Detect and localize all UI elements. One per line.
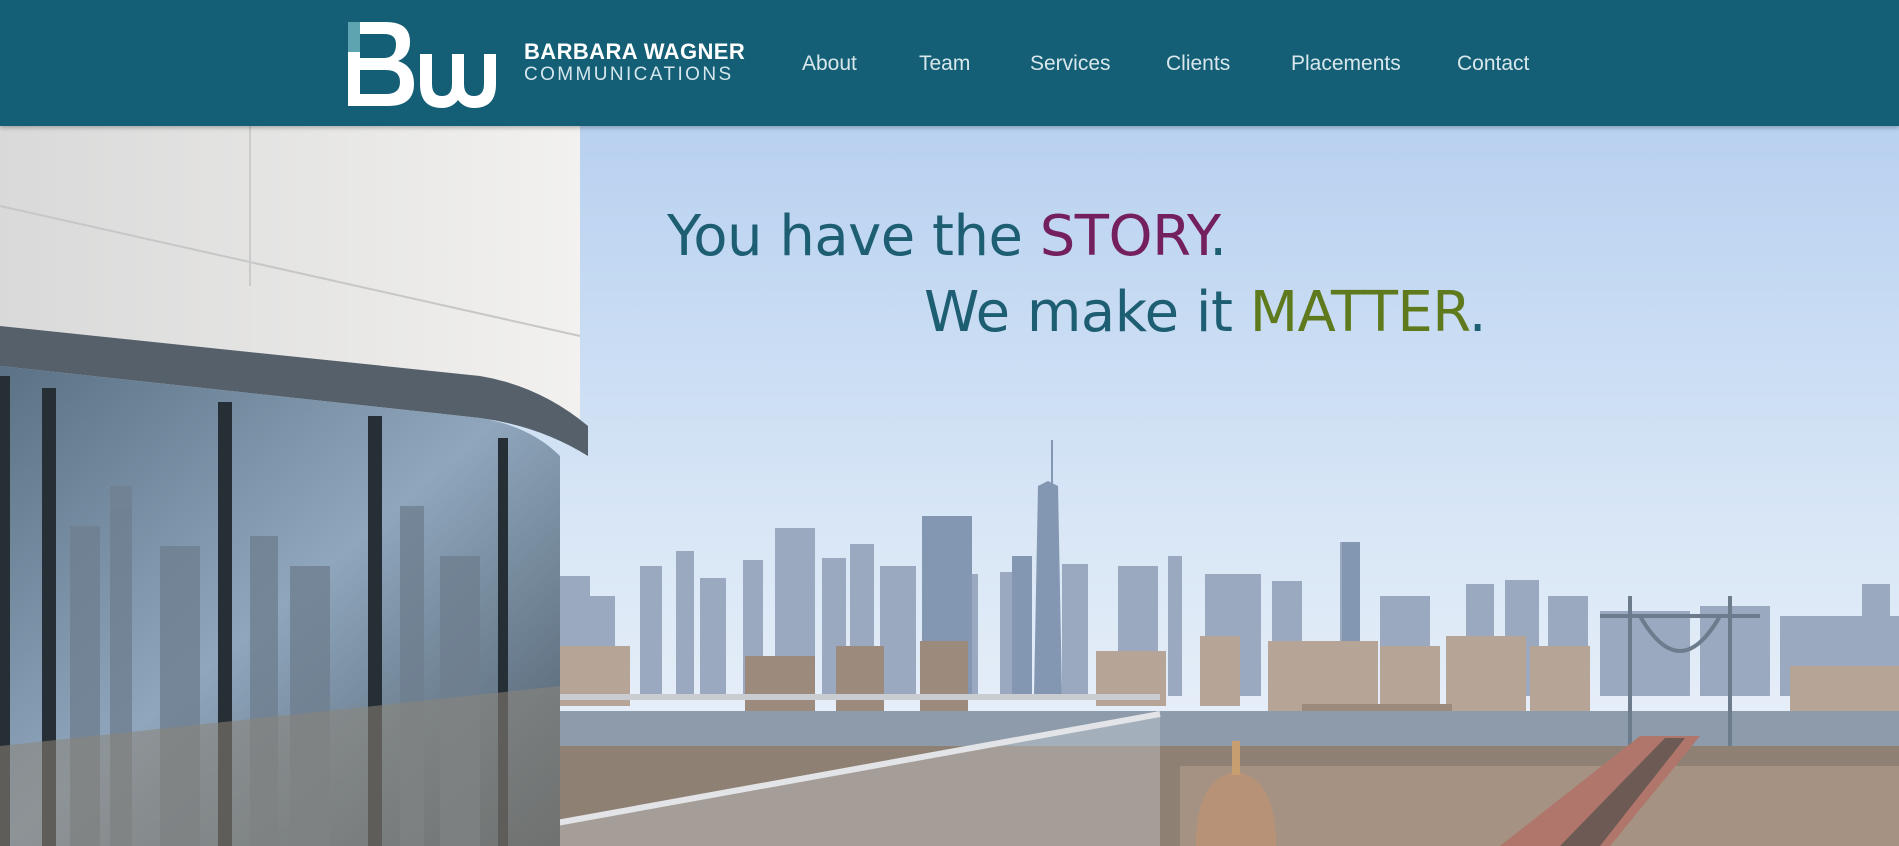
nav-about[interactable]: About [802, 52, 857, 76]
headline-matter-keyword: MATTER [1249, 280, 1470, 345]
hero-section: You have the STORY. We make it MATTER. [0, 126, 1899, 846]
brand-subtitle: COMMUNICATIONS [524, 64, 734, 85]
headline-line2-suffix: . [1468, 280, 1487, 345]
brand-name: BARBARA WAGNER [524, 39, 746, 64]
nav-team[interactable]: Team [919, 52, 970, 76]
site-header: BARBARA WAGNER COMMUNICATIONS About Team… [0, 0, 1899, 126]
nav-placements[interactable]: Placements [1291, 52, 1401, 76]
headline-line1-suffix: . [1209, 204, 1227, 269]
nav-services[interactable]: Services [1030, 52, 1111, 76]
headline-line2-prefix: We make it [924, 280, 1250, 345]
nav-clients[interactable]: Clients [1166, 52, 1230, 76]
headline-line1-prefix: You have the [667, 204, 1040, 269]
hero-headline-line2: We make it MATTER. [924, 280, 1487, 345]
nav-contact[interactable]: Contact [1457, 52, 1529, 76]
bw-logo-icon[interactable] [348, 18, 502, 110]
hero-headline-line1: You have the STORY. [667, 204, 1227, 269]
headline-story-keyword: STORY [1039, 204, 1210, 269]
